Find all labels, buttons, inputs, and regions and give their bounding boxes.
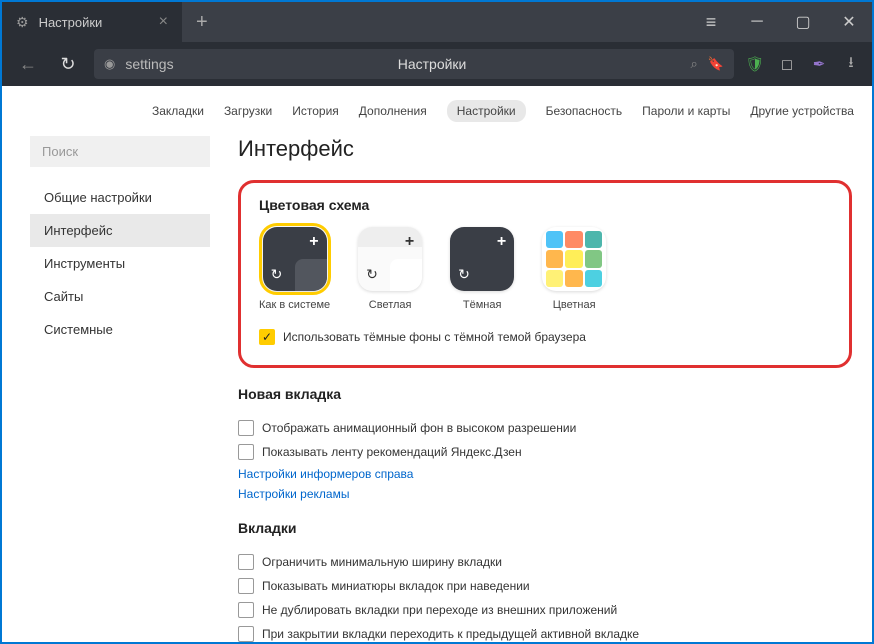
settings-link[interactable]: Настройки информеров справа: [238, 464, 852, 484]
checkbox-icon[interactable]: [238, 578, 254, 594]
minimize-button[interactable]: ─: [734, 2, 780, 42]
checkbox-row[interactable]: Ограничить минимальную ширину вкладки: [238, 550, 852, 574]
titlebar: ⚙ Настройки × + ≡ ─ ▢ ✕: [2, 2, 872, 42]
new-tab-section: Новая вкладка Отображать анимационный фо…: [238, 386, 852, 504]
checkbox-label: Использовать тёмные фоны с тёмной темой …: [283, 330, 586, 344]
url-text: settings: [125, 56, 173, 72]
sidebar-item[interactable]: Общие настройки: [30, 181, 210, 214]
checkbox-label: Показывать миниатюры вкладок при наведен…: [262, 579, 530, 593]
content-area: Закладки Загрузки История Дополнения Настрой…: [2, 86, 872, 642]
dark-bg-checkbox-row[interactable]: ✓ Использовать тёмные фоны с тёмной темо…: [259, 325, 831, 349]
topnav-item[interactable]: Закладки: [152, 104, 204, 118]
sidebar-item[interactable]: Интерфейс: [30, 214, 210, 247]
gear-icon: ⚙: [16, 14, 29, 31]
url-right-icons: ⌕ 🔖: [691, 56, 724, 72]
settings-panel: Интерфейс Цветовая схема +↻ Как в системе…: [210, 136, 852, 642]
topnav-item[interactable]: История: [292, 104, 339, 118]
sidebar-item[interactable]: Инструменты: [30, 247, 210, 280]
color-scheme-section: Цветовая схема +↻Как в системе+↻Светлая+…: [238, 180, 852, 368]
browser-tab[interactable]: ⚙ Настройки ×: [2, 2, 182, 42]
topnav-item[interactable]: Пароли и карты: [642, 104, 730, 118]
theme-option-dark[interactable]: +↻ Тёмная: [450, 227, 514, 311]
window-controls: ≡ ─ ▢ ✕: [688, 2, 872, 42]
checkbox-row[interactable]: Показывать ленту рекомендаций Яндекс.Дзе…: [238, 440, 852, 464]
checkbox-icon[interactable]: [238, 554, 254, 570]
checkbox-icon[interactable]: [238, 626, 254, 642]
checkbox-icon[interactable]: [238, 420, 254, 436]
theme-tile: [542, 227, 606, 291]
menu-button[interactable]: ≡: [688, 2, 734, 42]
topnav-item[interactable]: Дополнения: [359, 104, 427, 118]
checkbox-icon[interactable]: [238, 602, 254, 618]
checkbox-icon[interactable]: ✓: [259, 329, 275, 345]
tab-title: Настройки: [39, 15, 149, 30]
checkbox-row[interactable]: При закрытии вкладки переходить к предыд…: [238, 622, 852, 642]
topnav-item[interactable]: Настройки: [447, 100, 526, 122]
search-input[interactable]: Поиск: [30, 136, 210, 167]
sidebar-item[interactable]: Сайты: [30, 280, 210, 313]
checkbox-row[interactable]: Не дублировать вкладки при переходе из в…: [238, 598, 852, 622]
maximize-button[interactable]: ▢: [780, 2, 826, 42]
theme-label: Светлая: [369, 299, 412, 311]
theme-label: Как в системе: [259, 299, 330, 311]
top-nav: Закладки Загрузки История Дополнения Настрой…: [2, 86, 872, 136]
checkbox-label: Не дублировать вкладки при переходе из в…: [262, 603, 617, 617]
url-box[interactable]: ◉ settings Настройки ⌕ 🔖: [94, 49, 734, 79]
profile-icon[interactable]: ◻: [778, 55, 796, 73]
theme-label: Цветная: [553, 299, 596, 311]
checkbox-label: При закрытии вкладки переходить к предыд…: [262, 627, 639, 641]
theme-label: Тёмная: [463, 299, 502, 311]
downloads-icon[interactable]: ⭳: [842, 55, 860, 73]
site-icon: ◉: [104, 56, 115, 72]
topnav-item[interactable]: Безопасность: [546, 104, 623, 118]
theme-option-color[interactable]: Цветная: [542, 227, 606, 311]
checkbox-icon[interactable]: [238, 444, 254, 460]
checkbox-row[interactable]: Отображать анимационный фон в высоком ра…: [238, 416, 852, 440]
sidebar: Поиск Общие настройкиИнтерфейсИнструмент…: [30, 136, 210, 642]
section-title-tabs: Вкладки: [238, 520, 852, 536]
feather-icon[interactable]: ✒: [810, 55, 828, 73]
checkbox-label: Показывать ленту рекомендаций Яндекс.Дзе…: [262, 445, 522, 459]
checkbox-row[interactable]: Показывать миниатюры вкладок при наведен…: [238, 574, 852, 598]
page-title: Интерфейс: [238, 136, 852, 162]
theme-tile: +↻: [450, 227, 514, 291]
tabs-section: Вкладки Ограничить минимальную ширину вк…: [238, 520, 852, 642]
theme-tile: +↻: [358, 227, 422, 291]
topnav-item[interactable]: Другие устройства: [750, 104, 854, 118]
section-title-new-tab: Новая вкладка: [238, 386, 852, 402]
checkbox-label: Отображать анимационный фон в высоком ра…: [262, 421, 576, 435]
new-tab-button[interactable]: +: [196, 11, 208, 34]
checkbox-label: Ограничить минимальную ширину вкладки: [262, 555, 502, 569]
close-tab-icon[interactable]: ×: [159, 13, 168, 31]
search-icon[interactable]: ⌕: [691, 56, 698, 72]
close-window-button[interactable]: ✕: [826, 2, 872, 42]
bookmark-icon[interactable]: 🔖: [708, 56, 724, 72]
shield-icon[interactable]: 🛡: [746, 55, 764, 73]
reload-button[interactable]: ↻: [54, 54, 82, 75]
theme-tile: +↻: [263, 227, 327, 291]
theme-option-sys[interactable]: +↻ Как в системе: [259, 227, 330, 311]
address-bar: ← ↻ ◉ settings Настройки ⌕ 🔖 🛡 ◻ ✒ ⭳: [2, 42, 872, 86]
sidebar-item[interactable]: Системные: [30, 313, 210, 346]
section-title-color-scheme: Цветовая схема: [259, 197, 831, 213]
settings-link[interactable]: Настройки рекламы: [238, 484, 852, 504]
theme-option-light[interactable]: +↻ Светлая: [358, 227, 422, 311]
back-button[interactable]: ←: [14, 54, 42, 75]
topnav-item[interactable]: Загрузки: [224, 104, 272, 118]
url-page-title: Настройки: [398, 56, 467, 72]
